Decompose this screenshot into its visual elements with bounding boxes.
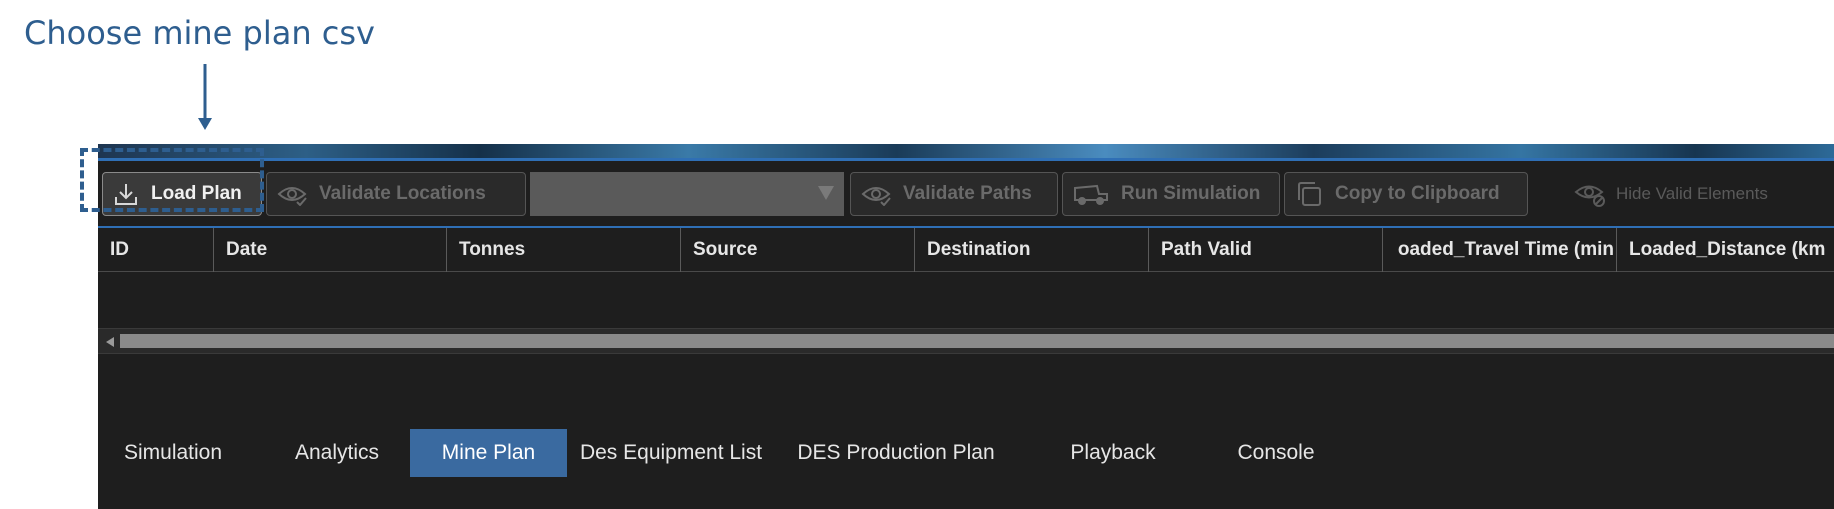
column-header-path-valid[interactable]: Path Valid bbox=[1149, 228, 1383, 272]
bottom-tab-bar: Simulation Analytics Mine Plan Des Equip… bbox=[98, 429, 1834, 477]
eye-hidden-icon bbox=[1574, 181, 1606, 207]
toolbar: Load Plan Validate Locations Validate Pa… bbox=[98, 158, 1834, 228]
validate-locations-label: Validate Locations bbox=[319, 183, 486, 204]
annotation-title: Choose mine plan csv bbox=[24, 14, 375, 52]
validate-locations-button[interactable]: Validate Locations bbox=[266, 172, 526, 216]
hide-valid-elements-label: Hide Valid Elements bbox=[1616, 184, 1768, 203]
copy-icon bbox=[1295, 180, 1323, 208]
chevron-down-icon bbox=[818, 186, 834, 200]
haul-truck-icon bbox=[1073, 182, 1109, 206]
page: Choose mine plan csv Load Plan Validate … bbox=[0, 0, 1834, 509]
location-select[interactable] bbox=[530, 172, 844, 216]
column-header-loaded-distance[interactable]: Loaded_Distance (km bbox=[1617, 228, 1834, 272]
tab-mine-plan[interactable]: Mine Plan bbox=[410, 429, 567, 477]
validate-paths-label: Validate Paths bbox=[903, 183, 1032, 204]
app-window: Load Plan Validate Locations Validate Pa… bbox=[98, 144, 1834, 509]
column-header-tonnes[interactable]: Tonnes bbox=[447, 228, 681, 272]
copy-to-clipboard-label: Copy to Clipboard bbox=[1335, 183, 1500, 204]
tab-des-equipment-list[interactable]: Des Equipment List bbox=[567, 429, 775, 477]
table-header: ID Date Tonnes Source Destination Path V… bbox=[98, 228, 1834, 272]
load-plan-highlight bbox=[80, 148, 264, 212]
scrollbar-thumb[interactable] bbox=[120, 334, 1834, 348]
column-header-id[interactable]: ID bbox=[98, 228, 214, 272]
column-header-source[interactable]: Source bbox=[681, 228, 915, 272]
hide-valid-elements-button[interactable]: Hide Valid Elements bbox=[1574, 172, 1768, 216]
column-header-destination[interactable]: Destination bbox=[915, 228, 1149, 272]
scroll-left-icon[interactable] bbox=[102, 334, 118, 350]
annotation-arrow-icon bbox=[198, 64, 212, 130]
validate-paths-button[interactable]: Validate Paths bbox=[850, 172, 1058, 216]
copy-to-clipboard-button[interactable]: Copy to Clipboard bbox=[1284, 172, 1528, 216]
eye-check-icon bbox=[861, 182, 891, 206]
tab-analytics[interactable]: Analytics bbox=[276, 429, 398, 477]
run-simulation-label: Run Simulation bbox=[1121, 183, 1261, 204]
column-header-loaded-travel-time[interactable]: oaded_Travel Time (min bbox=[1383, 228, 1617, 272]
tab-des-production-plan[interactable]: DES Production Plan bbox=[780, 429, 1012, 477]
column-header-date[interactable]: Date bbox=[214, 228, 447, 272]
tab-console[interactable]: Console bbox=[1216, 429, 1336, 477]
eye-check-icon bbox=[277, 182, 307, 206]
tab-playback[interactable]: Playback bbox=[1048, 429, 1178, 477]
tab-simulation[interactable]: Simulation bbox=[98, 429, 248, 477]
run-simulation-button[interactable]: Run Simulation bbox=[1062, 172, 1280, 216]
banner-strip bbox=[98, 144, 1834, 158]
horizontal-scrollbar[interactable] bbox=[98, 328, 1834, 354]
